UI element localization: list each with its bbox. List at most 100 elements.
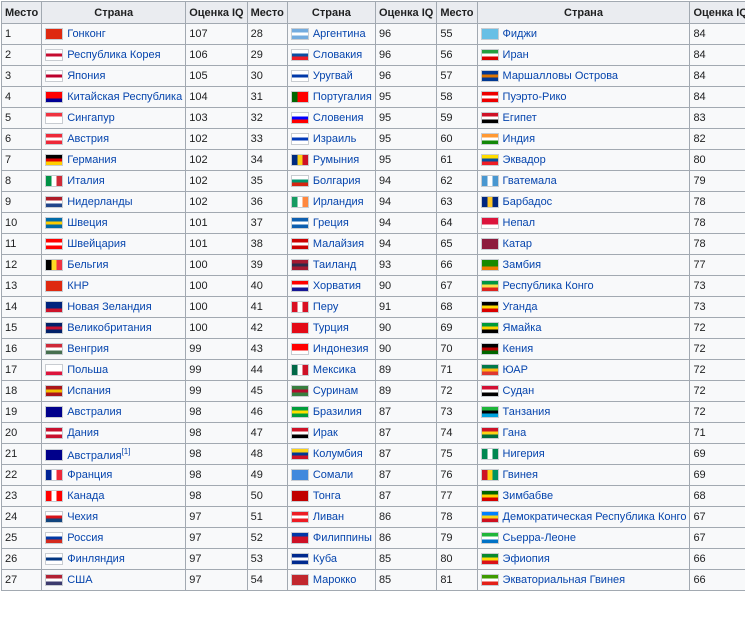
flag-icon[interactable] bbox=[45, 112, 64, 125]
flag-icon[interactable] bbox=[480, 70, 499, 83]
flag-icon[interactable] bbox=[45, 511, 64, 524]
flag-icon[interactable] bbox=[480, 49, 499, 62]
flag-icon[interactable] bbox=[480, 427, 499, 440]
flag-icon[interactable] bbox=[480, 133, 499, 146]
flag-icon[interactable] bbox=[45, 553, 64, 566]
country-link[interactable]: Испания bbox=[67, 385, 111, 397]
country-link[interactable]: Судан bbox=[503, 385, 535, 397]
flag-icon[interactable] bbox=[480, 574, 499, 587]
flag-icon[interactable] bbox=[45, 574, 64, 587]
country-link[interactable]: Ирландия bbox=[313, 196, 364, 208]
flag-icon[interactable] bbox=[45, 259, 64, 272]
flag-icon[interactable] bbox=[45, 49, 64, 62]
flag-icon[interactable] bbox=[480, 364, 499, 377]
country-link[interactable]: Словакия bbox=[313, 49, 362, 61]
country-link[interactable]: Гана bbox=[503, 427, 527, 439]
flag-icon[interactable] bbox=[290, 196, 309, 209]
flag-icon[interactable] bbox=[45, 91, 64, 104]
flag-icon[interactable] bbox=[290, 91, 309, 104]
flag-icon[interactable] bbox=[290, 280, 309, 293]
flag-icon[interactable] bbox=[290, 343, 309, 356]
flag-icon[interactable] bbox=[290, 322, 309, 335]
flag-icon[interactable] bbox=[480, 385, 499, 398]
flag-icon[interactable] bbox=[290, 406, 309, 419]
flag-icon[interactable] bbox=[45, 133, 64, 146]
flag-icon[interactable] bbox=[480, 196, 499, 209]
reference-note[interactable]: [1] bbox=[122, 447, 131, 456]
flag-icon[interactable] bbox=[480, 448, 499, 461]
country-link[interactable]: Сьерра-Леоне bbox=[503, 532, 576, 544]
flag-icon[interactable] bbox=[45, 322, 64, 335]
country-link[interactable]: Колумбия bbox=[313, 448, 363, 460]
country-link[interactable]: Египет bbox=[503, 112, 537, 124]
flag-icon[interactable] bbox=[480, 154, 499, 167]
country-link[interactable]: Нидерланды bbox=[67, 196, 132, 208]
rank-header[interactable]: Место bbox=[436, 1, 478, 24]
country-link[interactable]: Ирак bbox=[313, 427, 338, 439]
flag-icon[interactable] bbox=[290, 49, 309, 62]
flag-icon[interactable] bbox=[480, 91, 499, 104]
country-link[interactable]: Канада bbox=[67, 490, 104, 502]
country-link[interactable]: Финляндия bbox=[67, 553, 125, 565]
country-link[interactable]: Филиппины bbox=[313, 532, 372, 544]
flag-icon[interactable] bbox=[290, 553, 309, 566]
flag-icon[interactable] bbox=[45, 70, 64, 83]
flag-icon[interactable] bbox=[45, 532, 64, 545]
country-link[interactable]: Россия bbox=[67, 532, 103, 544]
country-link[interactable]: Австралия bbox=[67, 406, 121, 418]
country-link[interactable]: Маршалловы Острова bbox=[503, 70, 619, 82]
country-link[interactable]: Гонконг bbox=[67, 28, 106, 40]
flag-icon[interactable] bbox=[290, 154, 309, 167]
country-header[interactable]: Страна bbox=[286, 1, 376, 24]
country-link[interactable]: Иран bbox=[503, 49, 529, 61]
flag-icon[interactable] bbox=[290, 574, 309, 587]
flag-icon[interactable] bbox=[290, 532, 309, 545]
country-link[interactable]: Новая Зеландия bbox=[67, 301, 151, 313]
flag-icon[interactable] bbox=[480, 322, 499, 335]
country-header[interactable]: Страна bbox=[41, 1, 187, 24]
flag-icon[interactable] bbox=[45, 196, 64, 209]
country-link[interactable]: Турция bbox=[313, 322, 349, 334]
country-link[interactable]: Австрия bbox=[67, 133, 109, 145]
country-link[interactable]: Фиджи bbox=[503, 28, 537, 40]
country-link[interactable]: Тонга bbox=[313, 490, 341, 502]
country-link[interactable]: ЮАР bbox=[503, 364, 528, 376]
country-link[interactable]: Уганда bbox=[503, 301, 538, 313]
country-link[interactable]: Аргентина bbox=[313, 28, 366, 40]
flag-icon[interactable] bbox=[480, 238, 499, 251]
country-link[interactable]: Нигерия bbox=[503, 448, 545, 460]
country-link[interactable]: Гвинея bbox=[503, 469, 538, 481]
country-link[interactable]: Швеция bbox=[67, 217, 107, 229]
flag-icon[interactable] bbox=[45, 28, 64, 41]
flag-icon[interactable] bbox=[480, 217, 499, 230]
country-link[interactable]: Танзания bbox=[503, 406, 551, 418]
rank-header[interactable]: Место bbox=[0, 1, 43, 24]
country-link[interactable]: Австралия bbox=[67, 449, 121, 461]
country-link[interactable]: Пуэрто-Рико bbox=[503, 91, 567, 103]
country-link[interactable]: Перу bbox=[313, 301, 339, 313]
flag-icon[interactable] bbox=[45, 280, 64, 293]
country-link[interactable]: Зимбабве bbox=[503, 490, 554, 502]
country-link[interactable]: Уругвай bbox=[313, 70, 353, 82]
flag-icon[interactable] bbox=[480, 112, 499, 125]
flag-icon[interactable] bbox=[480, 553, 499, 566]
country-link[interactable]: Хорватия bbox=[313, 280, 361, 292]
flag-icon[interactable] bbox=[290, 70, 309, 83]
country-link[interactable]: Китайская Республика bbox=[67, 91, 182, 103]
flag-icon[interactable] bbox=[290, 364, 309, 377]
flag-icon[interactable] bbox=[290, 175, 309, 188]
country-link[interactable]: Демократическая Республика Конго bbox=[503, 511, 687, 523]
country-link[interactable]: Республика Конго bbox=[503, 280, 594, 292]
flag-icon[interactable] bbox=[45, 490, 64, 503]
flag-icon[interactable] bbox=[290, 427, 309, 440]
flag-icon[interactable] bbox=[290, 511, 309, 524]
country-link[interactable]: Румыния bbox=[313, 154, 359, 166]
country-link[interactable]: Ливан bbox=[313, 511, 344, 523]
country-link[interactable]: Индонезия bbox=[313, 343, 369, 355]
flag-icon[interactable] bbox=[480, 301, 499, 314]
country-link[interactable]: США bbox=[67, 574, 92, 586]
flag-icon[interactable] bbox=[480, 28, 499, 41]
flag-icon[interactable] bbox=[290, 28, 309, 41]
iq-header[interactable]: Оценка IQ bbox=[185, 1, 248, 24]
country-link[interactable]: Индия bbox=[503, 133, 536, 145]
